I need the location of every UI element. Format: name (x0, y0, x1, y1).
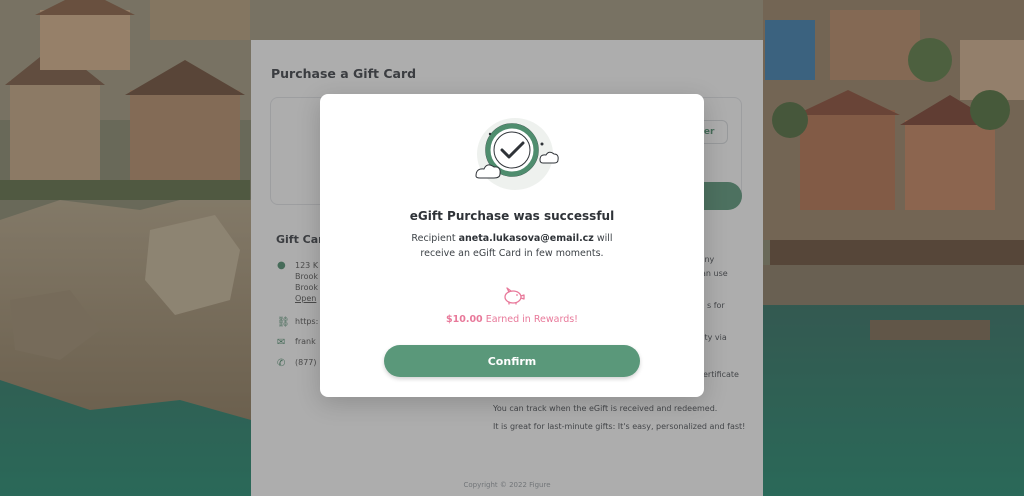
rewards-label: Earned in Rewards! (482, 314, 578, 325)
success-modal: eGift Purchase was successful Recipient … (320, 94, 704, 397)
modal-title: eGift Purchase was successful (409, 209, 615, 223)
message-prefix: Recipient (411, 233, 459, 244)
rewards-amount: $10.00 (446, 314, 483, 325)
confirm-button[interactable]: Confirm (384, 345, 640, 377)
recipient-email: aneta.lukasova@email.cz (458, 233, 594, 244)
success-check-cloud-icon (475, 118, 559, 190)
rewards-text: $10.00 Earned in Rewards! (320, 314, 704, 325)
modal-message: Recipient aneta.lukasova@email.cz will r… (400, 231, 624, 261)
piggy-bank-icon (504, 287, 525, 305)
